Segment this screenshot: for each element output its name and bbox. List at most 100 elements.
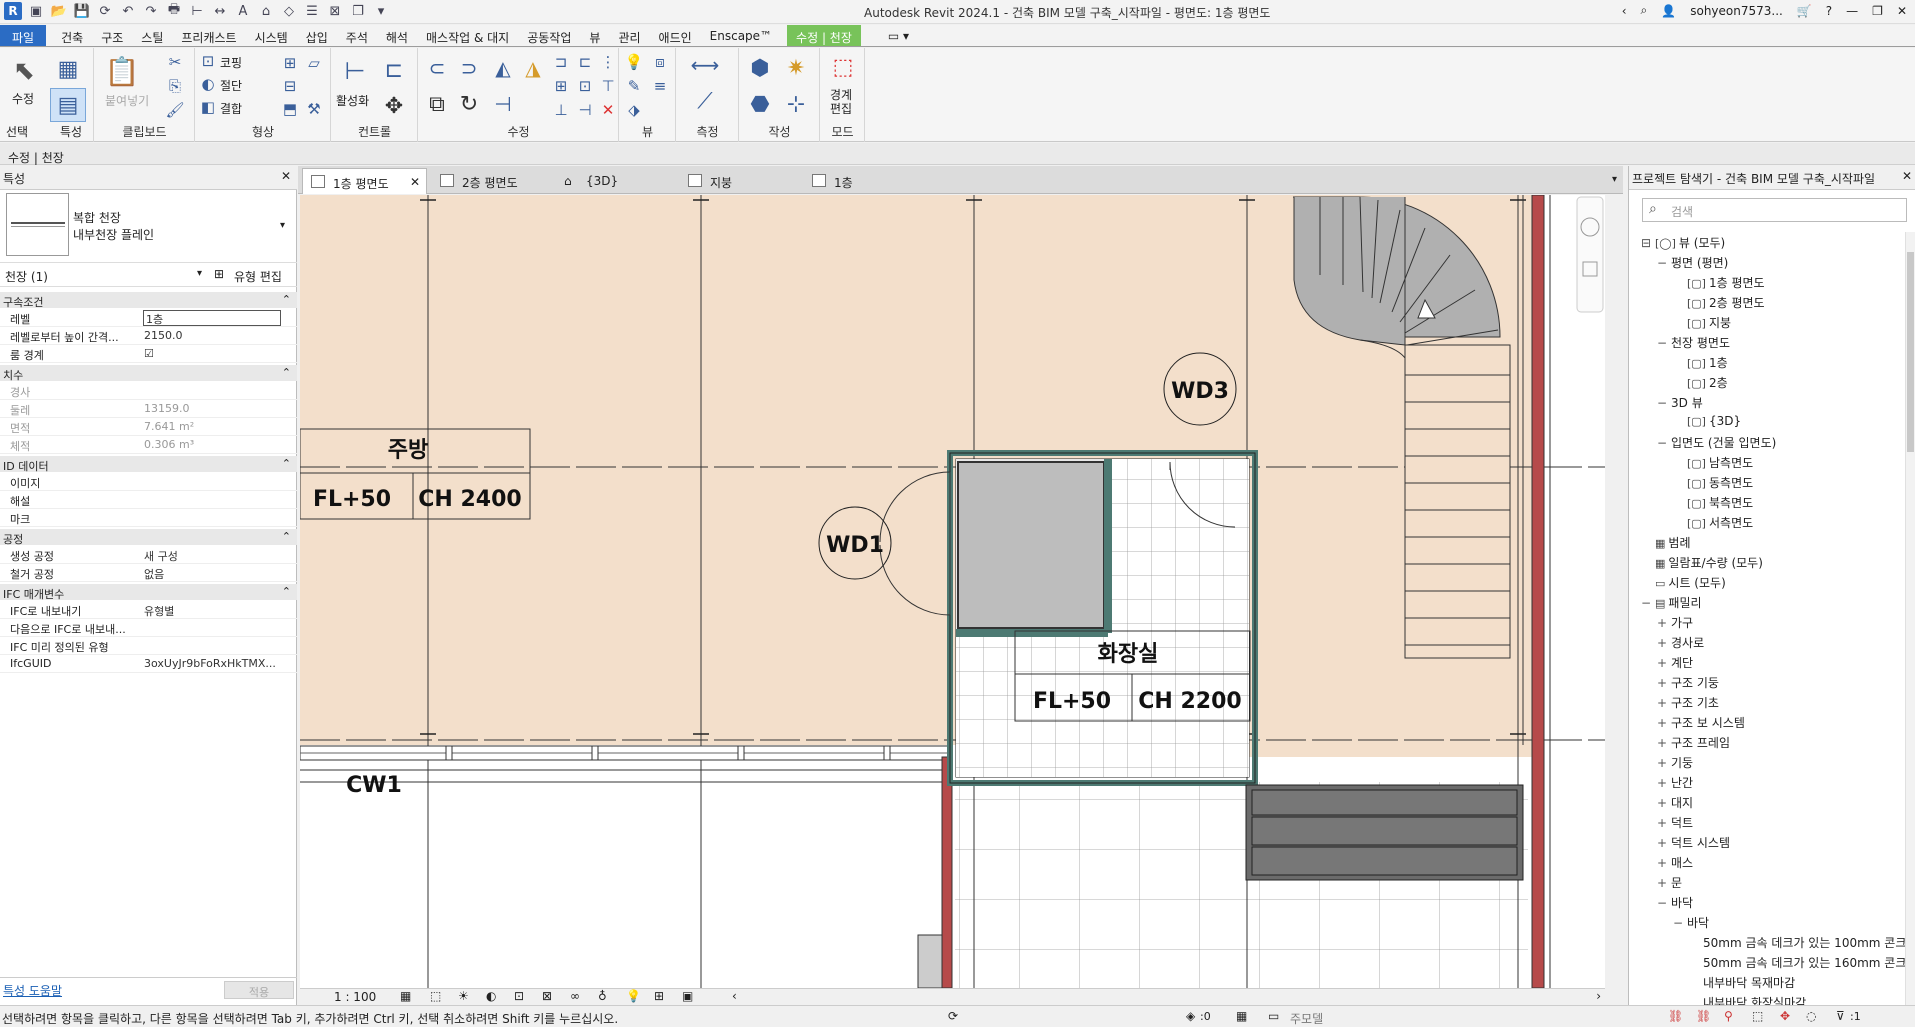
room-bounding-checkbox[interactable]: ☑ (144, 347, 154, 360)
tree-item[interactable]: ▦ 일람표/수량 (모두) (1641, 554, 1763, 572)
close-icon[interactable]: ✕ (281, 169, 291, 183)
tree-toggle-icon[interactable]: + (1657, 736, 1671, 750)
measure-element-icon[interactable]: ⟋ (683, 86, 727, 116)
paste-icon[interactable]: 📋 (103, 52, 141, 90)
tree-item[interactable]: [▢] 동측면도 (1673, 474, 1753, 492)
prop-mark[interactable]: 마크 (0, 509, 297, 527)
split-icon[interactable]: ⊐ (551, 52, 571, 72)
group-phasing[interactable]: 공정 ⌃ (0, 529, 297, 546)
demolish-icon[interactable]: ⚒ (304, 99, 324, 119)
tab-precast[interactable]: 프리캐스트 (172, 25, 245, 46)
tree-item[interactable]: − 바닥 (1673, 914, 1709, 932)
tree-item[interactable]: + 계단 (1657, 654, 1693, 672)
navigation-bar[interactable] (1576, 196, 1604, 313)
copy-icon[interactable]: ⎘ (165, 76, 185, 96)
user-icon[interactable]: 👤 (1661, 4, 1676, 18)
tree-toggle-icon[interactable]: + (1657, 776, 1671, 790)
tree-item[interactable]: + 가구 (1657, 614, 1693, 632)
select-pinned-icon[interactable]: ⚲ (1724, 1009, 1733, 1023)
measure-between-icon[interactable]: ⟷ (683, 52, 727, 78)
tree-item[interactable]: − 천장 평면도 (1657, 334, 1730, 352)
filter-chevron-icon[interactable]: ▾ (197, 268, 202, 279)
select-dropdown[interactable]: 선택 (6, 123, 28, 140)
array-icon[interactable]: ⋮ (599, 52, 617, 72)
user-name[interactable]: sohyeon7573... (1690, 4, 1783, 18)
undo-icon[interactable]: ↶ (119, 2, 137, 20)
browser-scrollbar[interactable] (1905, 232, 1915, 1005)
copy-element-icon[interactable]: ⧉ (423, 90, 451, 118)
tabs-dropdown-icon[interactable]: ▾ (1612, 174, 1617, 185)
tree-toggle-icon[interactable]: + (1657, 636, 1671, 650)
tab-3d[interactable]: ⌂ {3D} (556, 168, 676, 194)
move-icon[interactable]: ✥ (378, 90, 410, 122)
restore-icon[interactable]: ❐ (1872, 4, 1883, 18)
tree-item[interactable]: − 바닥 (1657, 894, 1693, 912)
browser-search-input[interactable]: 검색 (1642, 198, 1907, 222)
visual-style-icon[interactable]: ⬚ (430, 989, 441, 1003)
sync-icon[interactable]: ⟳ (96, 2, 114, 20)
extend-icon[interactable]: ⊣ (575, 100, 595, 120)
tree-toggle-icon[interactable]: + (1657, 856, 1671, 870)
modify-button[interactable]: 수정 (12, 90, 34, 107)
tree-toggle-icon[interactable]: − (1657, 896, 1671, 910)
customize-qat-icon[interactable]: ▾ (372, 2, 390, 20)
ribbon-display-toggle[interactable]: ▭ ▾ (879, 25, 918, 46)
align-icon[interactable]: ⊏ (378, 54, 410, 86)
trim-icon[interactable]: ⊣ (489, 90, 517, 118)
paste-button[interactable]: 붙여넣기 (105, 92, 149, 109)
linework-icon[interactable]: ✎ (624, 76, 644, 96)
tab-roof[interactable]: 지붕 (680, 168, 800, 194)
tab-modify-ceiling[interactable]: 수정 | 천장 (787, 25, 861, 46)
scale-icon[interactable]: ⊡ (575, 76, 595, 96)
tree-item[interactable]: + 난간 (1657, 774, 1693, 792)
tree-toggle-icon[interactable]: − (1657, 436, 1671, 450)
array-grid-icon[interactable]: ⊞ (551, 76, 571, 96)
revit-logo-icon[interactable]: R (4, 2, 22, 20)
bathroom-floor-level[interactable]: FL+50 (1033, 689, 1111, 714)
close-tab-icon[interactable]: ✕ (410, 175, 420, 189)
tab-insert[interactable]: 삽입 (297, 25, 337, 46)
rotate-icon[interactable]: ↻ (455, 90, 483, 118)
drag-elements-icon[interactable]: ✥ (1780, 1009, 1790, 1023)
cope-button[interactable]: 코핑 (220, 54, 242, 71)
tree-item[interactable]: + 구조 보 시스템 (1657, 714, 1745, 732)
tree-toggle-icon[interactable]: − (1657, 336, 1671, 350)
temporary-hide-icon[interactable]: ♁ (598, 989, 607, 1003)
tree-item[interactable]: + 구조 기둥 (1657, 674, 1719, 692)
sun-path-icon[interactable]: ☀ (458, 989, 469, 1003)
tab-architecture[interactable]: 건축 (52, 25, 92, 46)
wall-tag-cw1[interactable]: CW1 (346, 773, 402, 798)
tree-toggle-icon[interactable]: + (1657, 836, 1671, 850)
tree-item[interactable]: −3D 뷰 (1657, 394, 1703, 412)
paint-view-icon[interactable]: ⬗ (624, 100, 644, 120)
tab-analyze[interactable]: 해석 (377, 25, 417, 46)
scroll-left-icon[interactable]: ‹ (732, 989, 737, 1003)
tree-toggle-icon[interactable]: ⊟ (1641, 236, 1655, 250)
model-icon[interactable]: ▭ (1268, 1009, 1279, 1023)
analytical-model-icon[interactable]: ⊞ (654, 989, 664, 1003)
tab-enscape[interactable]: Enscape™ (701, 25, 781, 46)
drawing-area[interactable]: 화장실 FL+50 CH 2200 WD1 WD3 주방 FL+50 CH 24… (300, 195, 1605, 988)
unpin-icon[interactable]: ⊥ (551, 100, 571, 120)
tree-item[interactable]: + 대지 (1657, 794, 1693, 812)
tree-toggle-icon[interactable]: + (1657, 716, 1671, 730)
tree-toggle-icon[interactable]: + (1657, 616, 1671, 630)
tree-item[interactable]: + 매스 (1657, 854, 1693, 872)
tree-item[interactable]: [▢] 2층 평면도 (1673, 294, 1765, 312)
tree-item[interactable]: ⊟ [◯] 뷰 (모두) (1641, 234, 1725, 252)
close-hidden-icon[interactable]: ⊠ (326, 2, 344, 20)
prop-level[interactable]: 레벨 1층 (0, 309, 297, 327)
type-properties-icon[interactable]: ▤ (50, 88, 86, 122)
switch-windows-icon[interactable]: ❐ (349, 2, 367, 20)
tree-item[interactable]: − ▤ 패밀리 (1641, 594, 1702, 612)
tree-item[interactable]: [▢] 북측면도 (1673, 494, 1753, 512)
prop-phase-demolished[interactable]: 철거 공정 없음 (0, 564, 297, 582)
tree-item[interactable]: 50mm 금속 데크가 있는 100mm 콘크리 (1689, 934, 1915, 952)
split-face-icon[interactable]: ⊟ (280, 76, 300, 96)
minimize-icon[interactable]: — (1846, 4, 1858, 18)
crop-view-icon[interactable]: ⊡ (514, 989, 524, 1003)
tree-item[interactable]: + 기둥 (1657, 754, 1693, 772)
create-parts-icon[interactable]: ✷ (780, 52, 812, 84)
tab-structure[interactable]: 구조 (92, 25, 132, 46)
wall-joins-icon[interactable]: ⊞ (280, 53, 300, 73)
